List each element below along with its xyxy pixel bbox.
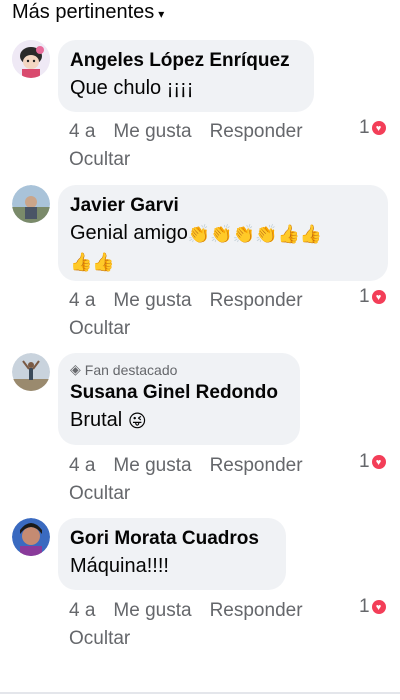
- top-fan-label: Fan destacado: [84, 361, 178, 378]
- sort-label: Más pertinentes: [12, 0, 155, 23]
- comment-text: Genial amigo👏👏👏👏👍👍 👍👍: [70, 219, 376, 275]
- chevron-down-icon: ▾: [158, 6, 165, 21]
- hide-button[interactable]: Ocultar: [69, 625, 369, 653]
- comment-text: Brutal 😜: [70, 406, 288, 434]
- clap-emoji: 👏👏👏👏👍👍: [187, 223, 323, 244]
- diamond-icon: ◈: [70, 361, 81, 377]
- reply-button[interactable]: Responder: [210, 290, 303, 311]
- top-fan-badge: ◈ Fan destacado: [70, 361, 288, 378]
- comment-author[interactable]: Angeles López Enríquez: [70, 48, 302, 74]
- avatar[interactable]: [12, 185, 50, 223]
- comment-text: Máquina!!!!: [70, 555, 169, 577]
- reply-button[interactable]: Responder: [210, 600, 303, 621]
- like-button[interactable]: Me gusta: [113, 290, 191, 311]
- heart-reaction-icon: ♥: [371, 121, 386, 135]
- like-button[interactable]: Me gusta: [113, 455, 191, 476]
- hide-button[interactable]: Ocultar: [69, 480, 369, 508]
- reaction-count[interactable]: 1 ♥: [359, 286, 386, 308]
- reaction-count-number: 1: [359, 596, 370, 617]
- comment-actions: 4 a Me gusta Responder Ocultar: [69, 597, 369, 653]
- reaction-count-number: 1: [359, 286, 370, 307]
- sort-dropdown[interactable]: Más pertinentes ▾: [12, 0, 164, 24]
- heart-reaction-icon: ♥: [371, 290, 386, 304]
- comment-text-content: Brutal: [70, 409, 123, 431]
- comment-bubble: Javier Garvi Genial amigo👏👏👏👏👍👍 👍👍: [58, 185, 388, 281]
- comment-bubble: Angeles López Enríquez Que chulo ¡¡¡¡: [58, 40, 314, 112]
- comment-actions: 4 a Me gusta Responder Ocultar: [69, 287, 369, 343]
- reaction-count-number: 1: [359, 117, 370, 138]
- comment-author[interactable]: Gori Morata Cuadros: [70, 526, 274, 552]
- reaction-count[interactable]: 1 ♥: [359, 596, 386, 618]
- divider: [0, 692, 400, 694]
- reply-button[interactable]: Responder: [210, 455, 303, 476]
- comment-author[interactable]: Susana Ginel Redondo: [70, 380, 288, 406]
- comment-text: Que chulo ¡¡¡¡: [70, 77, 194, 99]
- comment-time[interactable]: 4 a: [69, 600, 95, 621]
- reaction-count-number: 1: [359, 451, 370, 472]
- avatar[interactable]: [12, 353, 50, 391]
- heart-reaction-icon: ♥: [371, 600, 386, 614]
- winking-tongue-emoji: 😜: [127, 410, 147, 431]
- thumbs-up-emoji: 👍👍: [70, 251, 115, 272]
- comment-actions: 4 a Me gusta Responder Ocultar: [69, 118, 369, 174]
- hide-button[interactable]: Ocultar: [69, 315, 369, 343]
- comment-author[interactable]: Javier Garvi: [70, 193, 376, 219]
- reaction-count[interactable]: 1 ♥: [359, 451, 386, 473]
- like-button[interactable]: Me gusta: [113, 121, 191, 142]
- comment-time[interactable]: 4 a: [69, 455, 95, 476]
- like-button[interactable]: Me gusta: [113, 600, 191, 621]
- comment-bubble: Gori Morata Cuadros Máquina!!!!: [58, 518, 286, 590]
- reply-button[interactable]: Responder: [210, 121, 303, 142]
- avatar[interactable]: [12, 518, 50, 556]
- comment-actions: 4 a Me gusta Responder Ocultar: [69, 452, 369, 508]
- comment-time[interactable]: 4 a: [69, 290, 95, 311]
- comment-text-content: Genial amigo: [70, 222, 188, 244]
- comment-bubble: ◈ Fan destacado Susana Ginel Redondo Bru…: [58, 353, 300, 445]
- avatar[interactable]: [12, 40, 50, 78]
- comment-time[interactable]: 4 a: [69, 121, 95, 142]
- heart-reaction-icon: ♥: [371, 455, 386, 469]
- hide-button[interactable]: Ocultar: [69, 146, 369, 174]
- reaction-count[interactable]: 1 ♥: [359, 117, 386, 139]
